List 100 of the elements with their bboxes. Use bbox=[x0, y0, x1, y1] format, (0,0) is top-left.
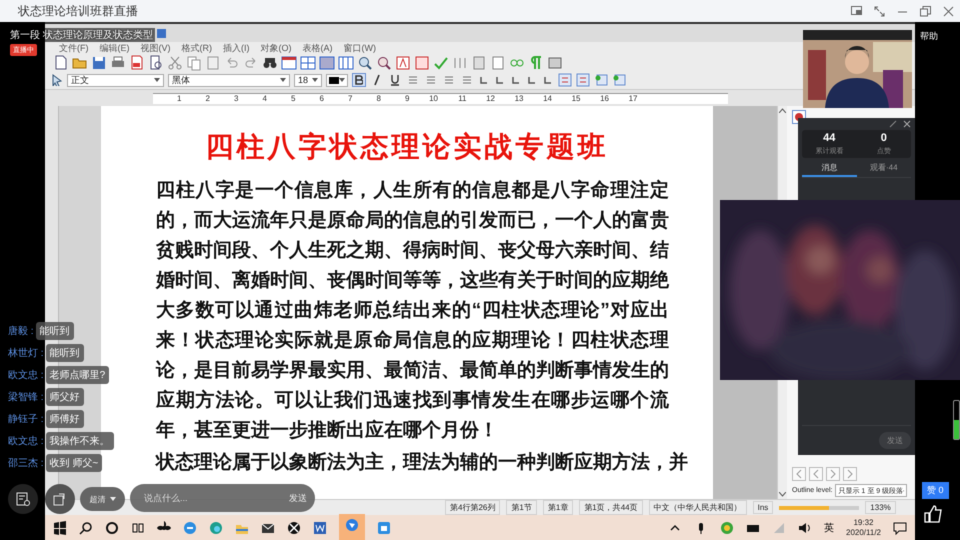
menu-item[interactable]: 对象(O) bbox=[260, 42, 292, 55]
chat-username: 梁智锋 : bbox=[8, 390, 45, 404]
table-icon[interactable] bbox=[338, 55, 354, 71]
bold-button[interactable] bbox=[352, 73, 366, 87]
input-method-indicator[interactable]: 英 bbox=[824, 520, 834, 534]
book-icon[interactable] bbox=[547, 55, 563, 71]
notes-icon bbox=[16, 492, 30, 506]
chat-message: 能听到 bbox=[46, 344, 84, 362]
windows-icon[interactable] bbox=[53, 520, 67, 534]
indent-icon[interactable] bbox=[612, 73, 626, 87]
panel-tab[interactable]: 观看·44 bbox=[856, 160, 911, 177]
envelope-icon[interactable] bbox=[261, 520, 275, 534]
expand-icon[interactable] bbox=[874, 6, 885, 16]
indent-icon[interactable] bbox=[594, 73, 608, 87]
menu-item[interactable]: 格式(R) bbox=[182, 42, 212, 55]
spell-check-icon[interactable] bbox=[433, 55, 449, 71]
notification-icon[interactable] bbox=[893, 520, 907, 534]
document-paragraph: 四柱八字是一个信息库，人生所有的信息都是八字命理注定的，而大运流年只是原命局的信息的引发而已，一个人的富贵贫贱时间段、个人生死之期、得病时间、丧父母六亲时间、结婚时间、离婚时间、丧偶时间等等，这些有关于时间的应期绝大多数可以通过曲炜老师总结出来的“四柱状态理论”对应出来！状态理论实际就是原命局信息的应期理论！四柱状态理论，是目前易学界最实用、最简洁、最简单的判断事情发生的应期方法论。可以让我们迅速找到事情发生在哪步运哪个流年，甚至更进一步推断出应在哪个月份！ bbox=[156, 178, 669, 443]
font-color-dropdown[interactable] bbox=[326, 74, 348, 86]
chat-username: 唐毅 : bbox=[8, 324, 35, 338]
image-icon[interactable] bbox=[414, 55, 430, 71]
clock-time: 19:32 bbox=[852, 518, 875, 528]
tab-stop-icon[interactable] bbox=[510, 74, 522, 86]
scroll-up-icon[interactable] bbox=[779, 108, 786, 113]
panel-tab[interactable]: 消息 bbox=[802, 160, 856, 177]
menu-item[interactable]: 插入(I) bbox=[223, 42, 250, 55]
columns-icon[interactable] bbox=[452, 55, 468, 71]
like-button[interactable]: 赞 0 bbox=[922, 482, 949, 499]
list-icon[interactable] bbox=[558, 73, 572, 87]
search-icon[interactable] bbox=[79, 520, 93, 534]
copy-icon[interactable] bbox=[186, 55, 202, 71]
table-icon[interactable] bbox=[319, 55, 335, 71]
chat-message: 收到 师父~ bbox=[46, 454, 102, 472]
ruler-number: 11 bbox=[457, 94, 466, 103]
chat-app-icon[interactable] bbox=[345, 518, 359, 532]
speaker-icon[interactable] bbox=[798, 520, 812, 534]
bold-icon bbox=[355, 75, 363, 85]
text-frame-icon[interactable] bbox=[395, 55, 411, 71]
status-item: 第1节 bbox=[506, 500, 537, 515]
close-icon[interactable] bbox=[943, 6, 954, 16]
task-view-icon[interactable] bbox=[131, 520, 145, 534]
restore-icon[interactable] bbox=[920, 6, 931, 16]
list-icon[interactable] bbox=[576, 73, 590, 87]
pdf-icon[interactable] bbox=[129, 55, 145, 71]
send-button[interactable]: 发送 bbox=[289, 492, 307, 504]
status-item: 第1页，共44页 bbox=[579, 500, 643, 515]
status-item: 中文（中华人民共和国） bbox=[648, 500, 747, 515]
chat-username: 欧文忠 : bbox=[8, 434, 45, 448]
edge-icon[interactable] bbox=[209, 520, 223, 534]
magnifier-icon[interactable] bbox=[357, 55, 373, 71]
close-icon[interactable] bbox=[903, 120, 911, 128]
zoom-slider[interactable] bbox=[779, 506, 860, 510]
magnifier-icon[interactable] bbox=[376, 55, 392, 71]
thumbs-up-icon[interactable] bbox=[924, 505, 942, 523]
font-dropdown[interactable]: 黑体 bbox=[168, 74, 290, 86]
scissors-icon[interactable] bbox=[167, 55, 183, 71]
table-icon[interactable] bbox=[281, 55, 297, 71]
word-app-icon[interactable] bbox=[313, 520, 327, 534]
menu-item[interactable]: 表格(A) bbox=[302, 42, 332, 55]
browser-icon[interactable] bbox=[183, 520, 197, 534]
circle-icon[interactable] bbox=[105, 520, 119, 534]
menu-item[interactable]: 文件(F) bbox=[59, 42, 88, 55]
xbox-icon[interactable] bbox=[287, 520, 301, 534]
help-link[interactable]: 帮助 bbox=[920, 30, 938, 43]
menu-item[interactable]: 编辑(E) bbox=[100, 42, 130, 55]
status-item: 133% bbox=[865, 501, 896, 514]
pointer-icon[interactable] bbox=[51, 74, 63, 86]
chat-message: 老师点哪里? bbox=[46, 366, 110, 384]
tab-stop-icon[interactable] bbox=[478, 74, 490, 86]
comment-field[interactable]: 说点什么... 发送 bbox=[130, 484, 315, 512]
like-count: 0 bbox=[880, 132, 887, 144]
quality-dropdown[interactable]: 超清 bbox=[80, 487, 125, 511]
underline-icon[interactable] bbox=[388, 73, 402, 87]
ruler-number: 5 bbox=[290, 94, 296, 103]
ruler-number: 9 bbox=[404, 94, 410, 103]
menu-item[interactable]: 视图(V) bbox=[140, 42, 170, 55]
viewer-count: 44 bbox=[823, 132, 836, 144]
app-icon bbox=[157, 28, 166, 38]
calendar-app-icon[interactable] bbox=[377, 520, 391, 534]
mic-level-meter bbox=[953, 400, 960, 440]
ruler-number: 10 bbox=[428, 94, 438, 103]
chat-username: 林世灯 : bbox=[8, 346, 45, 360]
window-title: 状态理论培训班群直播 bbox=[18, 2, 139, 20]
page-icon[interactable] bbox=[490, 55, 506, 71]
table-icon[interactable] bbox=[300, 55, 316, 71]
style-dropdown[interactable]: 正文 bbox=[67, 74, 164, 86]
picture-in-picture-icon[interactable] bbox=[851, 6, 862, 16]
scroll-down-icon[interactable] bbox=[779, 492, 786, 497]
tab-stop-icon[interactable] bbox=[542, 74, 554, 86]
page-icon[interactable] bbox=[471, 55, 487, 71]
ruler-number: 16 bbox=[599, 94, 609, 103]
font-size-dropdown[interactable]: 18 bbox=[294, 74, 322, 86]
binoculars-icon[interactable] bbox=[262, 55, 278, 71]
ruler-number: 8 bbox=[376, 94, 381, 103]
save-icon[interactable] bbox=[91, 55, 107, 71]
menu-item[interactable]: 窗口(W) bbox=[344, 42, 376, 55]
tab-stop-icon[interactable] bbox=[494, 74, 506, 86]
preview-icon[interactable] bbox=[148, 55, 164, 71]
collapse-icon[interactable] bbox=[889, 120, 897, 128]
tab-stop-icon[interactable] bbox=[526, 74, 538, 86]
